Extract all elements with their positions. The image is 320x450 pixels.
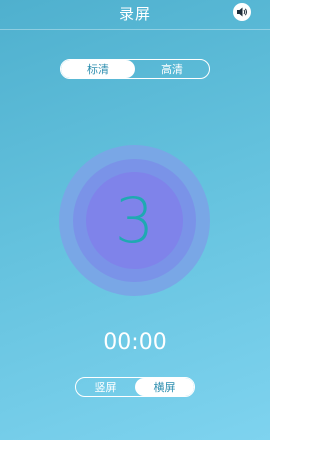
quality-toggle: 标清 高清 — [60, 59, 210, 79]
orientation-toggle: 竖屏 横屏 — [75, 377, 195, 397]
quality-option-hd[interactable]: 高清 — [135, 60, 209, 78]
countdown-dial-core[interactable]: 3 — [86, 172, 183, 269]
countdown-dial-ring: 3 — [73, 159, 196, 282]
countdown-number: 3 — [114, 183, 155, 257]
orientation-option-landscape[interactable]: 横屏 — [135, 378, 194, 396]
recording-timer: 00:00 — [103, 330, 167, 355]
countdown-dial: 3 — [59, 145, 210, 296]
page-title: 录屏 — [118, 5, 151, 23]
header-bar: 录屏 — [0, 0, 270, 30]
record-screen: 录屏 标清 高清 3 00:00 竖屏 横屏 — [0, 0, 270, 440]
quality-option-standard[interactable]: 标清 — [61, 60, 135, 78]
sound-toggle-button[interactable] — [233, 3, 251, 21]
orientation-option-portrait[interactable]: 竖屏 — [76, 378, 135, 396]
speaker-icon — [237, 7, 247, 17]
